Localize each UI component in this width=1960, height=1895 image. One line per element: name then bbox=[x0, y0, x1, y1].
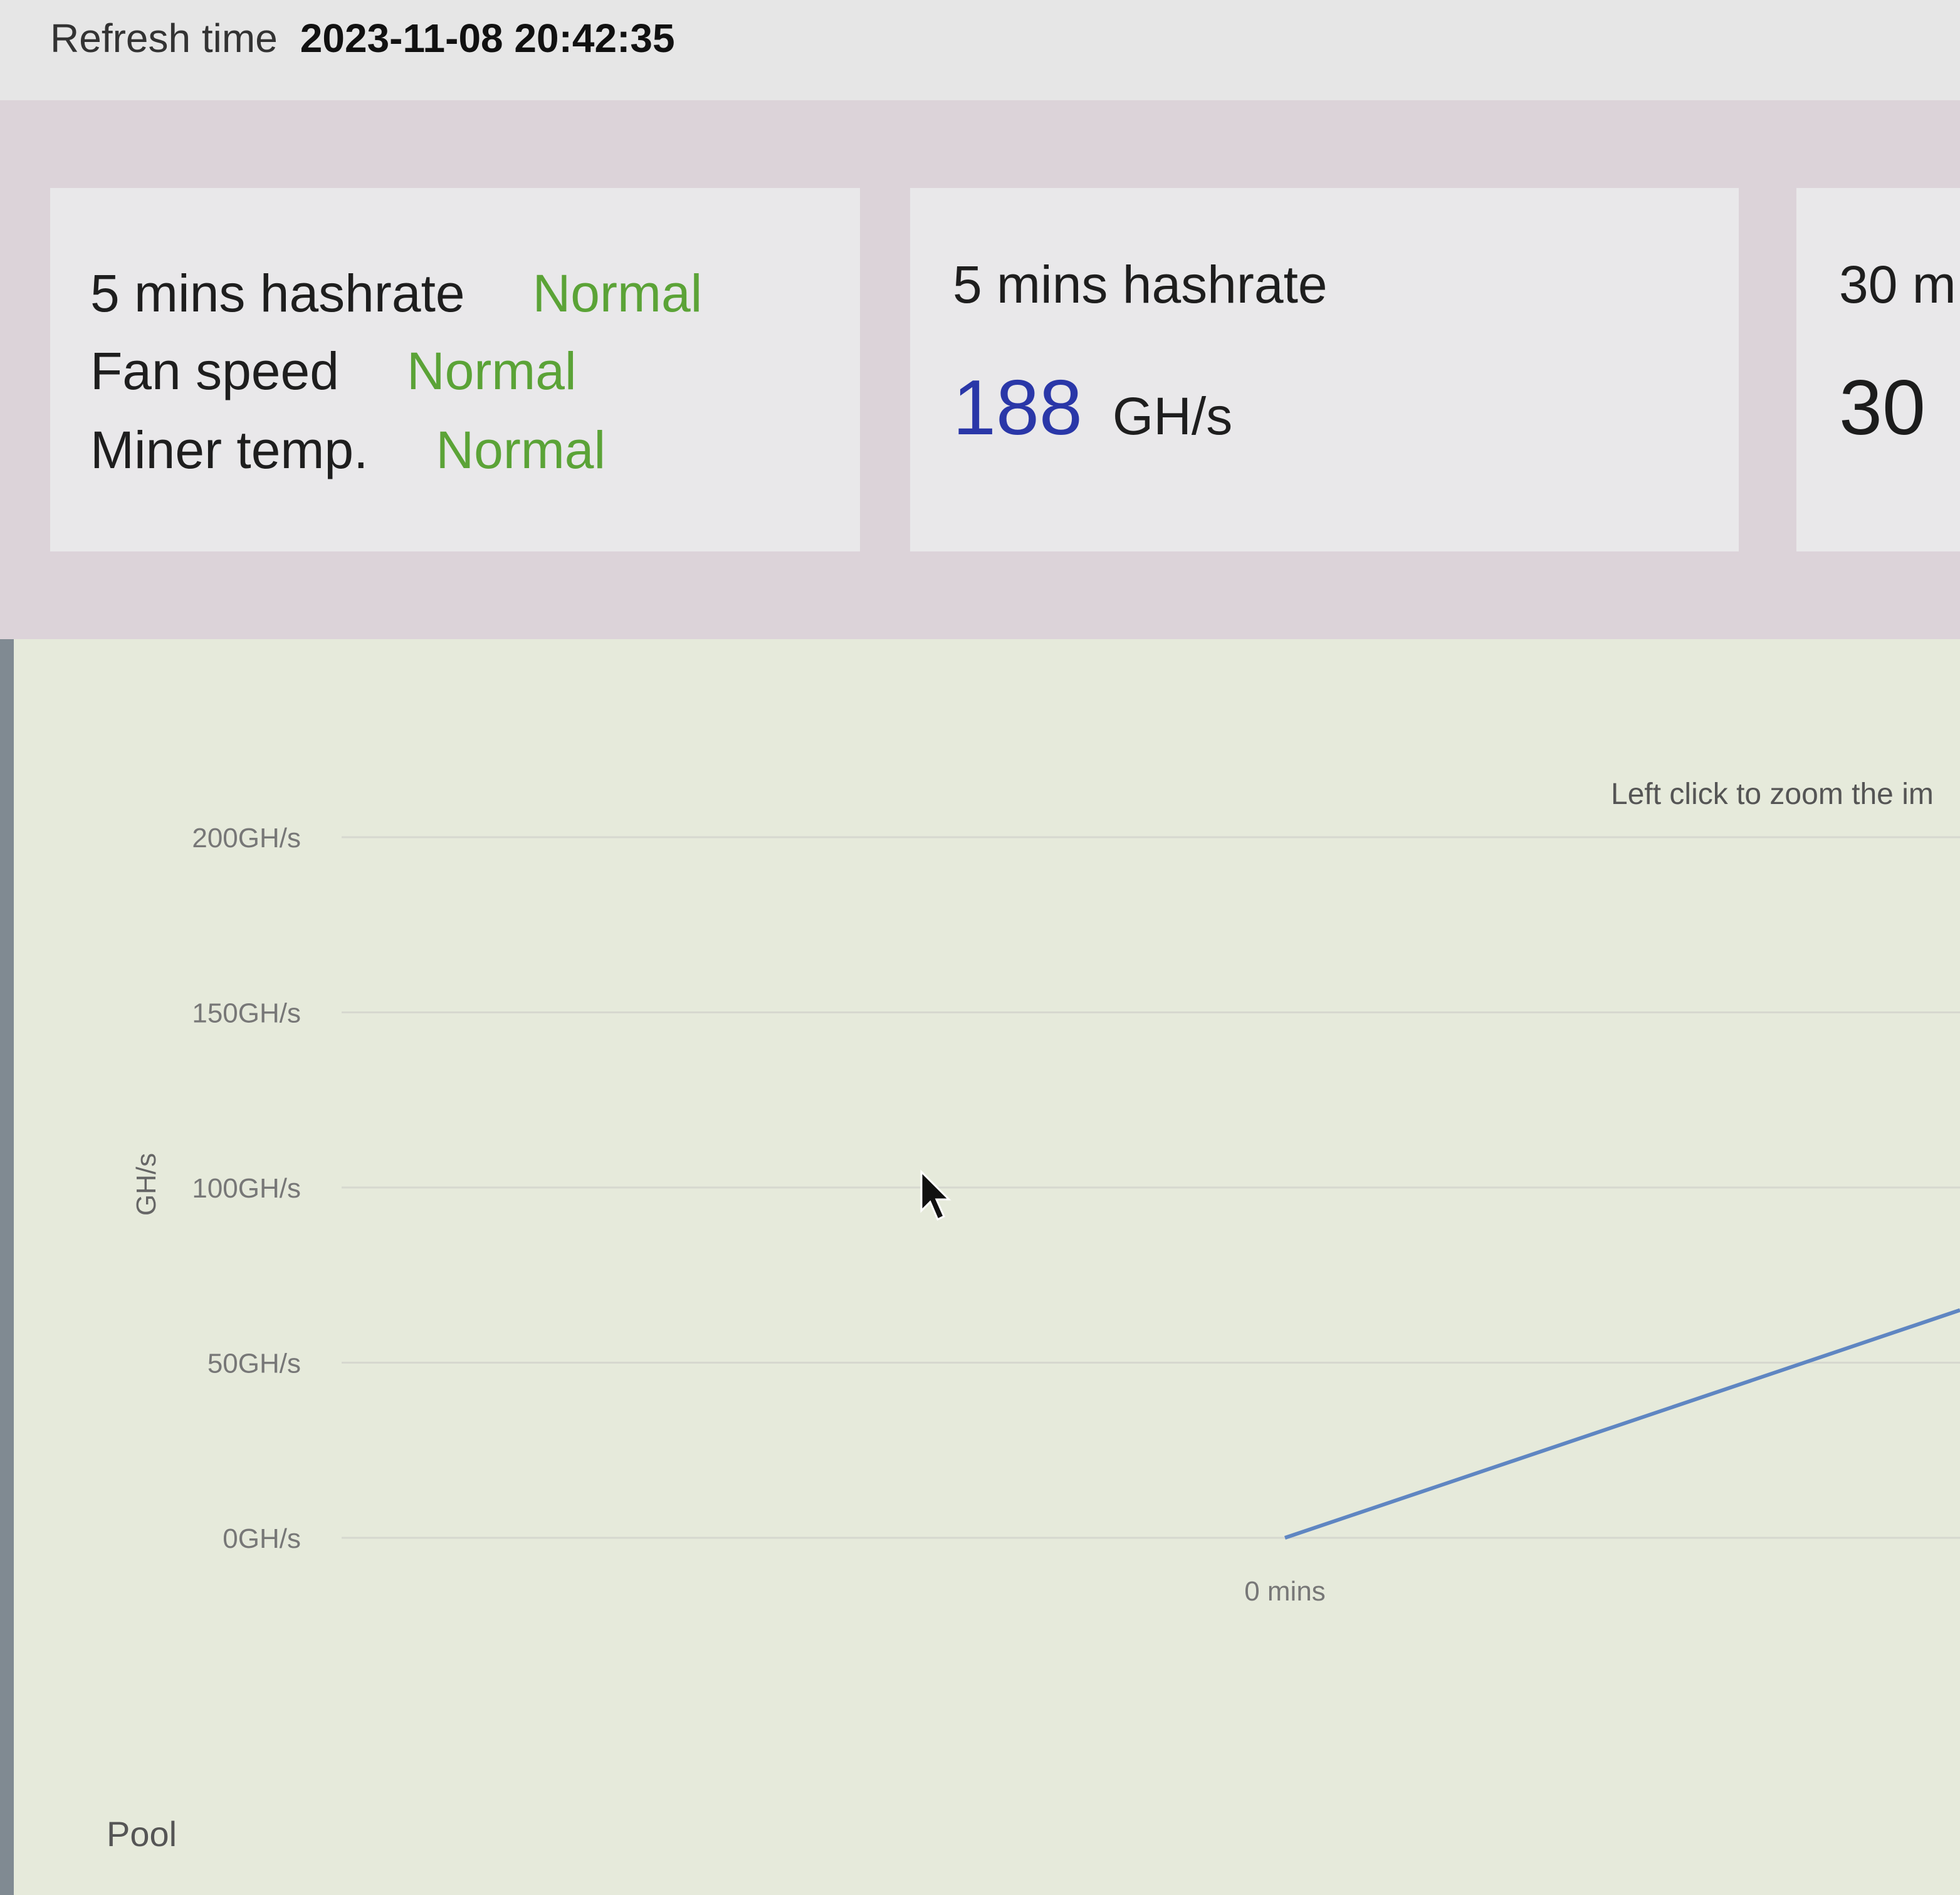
chart-y-tick-label: 150GH/s bbox=[192, 998, 301, 1029]
pool-section-label: Pool bbox=[107, 1814, 177, 1854]
chart-x-tick-label: 0 mins bbox=[1244, 1576, 1326, 1607]
chart-y-axis-label: GH/s bbox=[131, 1153, 162, 1216]
chart-y-tick-label: 50GH/s bbox=[207, 1349, 301, 1379]
chart-gridlines bbox=[342, 836, 1960, 1539]
hashrate-chart[interactable]: 200GH/s150GH/s100GH/s50GH/s0GH/s 0 mins … bbox=[0, 0, 1960, 1895]
chart-x-ticks: 0 mins bbox=[1244, 1576, 1326, 1607]
chart-series-line bbox=[1284, 1308, 1960, 1540]
chart-y-tick-label: 100GH/s bbox=[192, 1173, 301, 1204]
chart-series bbox=[1284, 1308, 1960, 1540]
mouse-cursor-icon bbox=[920, 1169, 951, 1221]
chart-y-tick-label: 200GH/s bbox=[192, 823, 301, 854]
chart-y-ticks: 200GH/s 150GH/s 100GH/s 50GH/s 0GH/s bbox=[192, 823, 301, 1554]
chart-y-tick-label: 0GH/s bbox=[223, 1523, 301, 1554]
